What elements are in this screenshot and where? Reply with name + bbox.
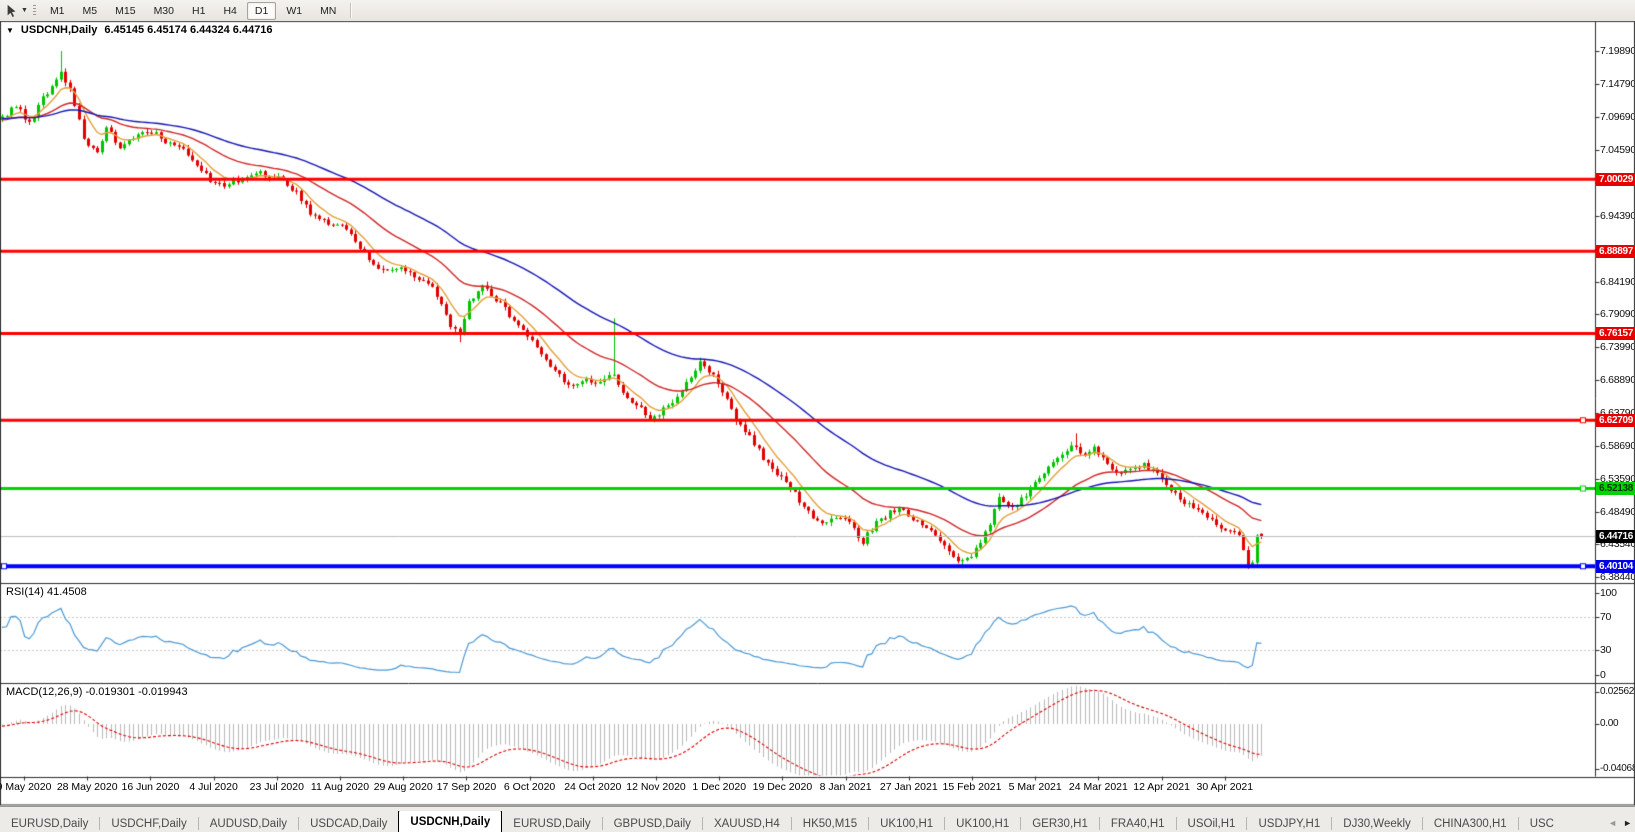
toolbar-grip bbox=[33, 5, 36, 17]
timeframe-buttons: M1M5M15M30H1H4D1W1MN bbox=[41, 2, 345, 20]
price-tick: 6.58690 bbox=[1600, 440, 1634, 452]
symbol-tab-usoil[interactable]: USOil,H1 bbox=[1177, 814, 1247, 832]
date-axis-label: 11 Aug 2020 bbox=[311, 781, 369, 793]
chart-ohlc-values: 6.45145 6.45174 6.44324 6.44716 bbox=[104, 24, 272, 36]
timeframe-button-m15[interactable]: M15 bbox=[107, 2, 143, 20]
price-line-tag[interactable]: 6.40104 bbox=[1596, 560, 1635, 573]
rsi-scale-tick: 0 bbox=[1600, 669, 1634, 681]
date-axis-label: 30 Apr 2021 bbox=[1196, 781, 1253, 793]
symbol-tab-eurusd[interactable]: EURUSD,Daily bbox=[0, 814, 99, 832]
symbol-tab-uk100[interactable]: UK100,H1 bbox=[869, 814, 944, 832]
date-axis-label: 27 Jan 2021 bbox=[880, 781, 938, 793]
date-axis-label: 12 Apr 2021 bbox=[1133, 781, 1190, 793]
price-tick: 7.04590 bbox=[1600, 144, 1634, 156]
timeframe-button-d1[interactable]: D1 bbox=[247, 2, 276, 20]
date-axis-label: 5 Mar 2021 bbox=[1009, 781, 1062, 793]
symbol-tab-usdcnh[interactable]: USDCNH,Daily bbox=[398, 811, 502, 832]
macd-scale-tick: 0.025623 bbox=[1600, 686, 1634, 698]
timeframe-button-m30[interactable]: M30 bbox=[146, 2, 182, 20]
date-axis-label: 8 Jan 2021 bbox=[820, 781, 872, 793]
price-line-tag[interactable]: 6.76157 bbox=[1596, 327, 1635, 340]
chart-cursor-dropdown-icon[interactable]: ▼ bbox=[21, 7, 28, 14]
symbol-tab-fra40[interactable]: FRA40,H1 bbox=[1100, 814, 1176, 832]
timeframe-button-mn[interactable]: MN bbox=[312, 2, 344, 20]
price-tick: 6.84190 bbox=[1600, 276, 1634, 288]
symbol-tab-usdjpy[interactable]: USDJPY,H1 bbox=[1247, 814, 1331, 832]
timeframe-button-h1[interactable]: H1 bbox=[184, 2, 213, 20]
date-axis-label: 28 May 2020 bbox=[57, 781, 118, 793]
symbol-tab-eurusd[interactable]: EURUSD,Daily bbox=[502, 814, 601, 832]
rsi-scale-tick: 100 bbox=[1600, 587, 1634, 599]
macd-scale-tick: -0.040687 bbox=[1600, 763, 1634, 775]
date-axis-label: 24 Oct 2020 bbox=[564, 781, 621, 793]
symbol-tab-usdcad[interactable]: USDCAD,Daily bbox=[299, 814, 398, 832]
timeframe-button-m1[interactable]: M1 bbox=[42, 2, 73, 20]
timeframe-button-w1[interactable]: W1 bbox=[278, 2, 310, 20]
symbol-tab-uk100[interactable]: UK100,H1 bbox=[945, 814, 1020, 832]
price-tick: 6.48490 bbox=[1600, 506, 1634, 518]
chart-tab-bar: EURUSD,DailyUSDCHF,DailyAUDUSD,DailyUSDC… bbox=[0, 806, 1635, 832]
timeframe-toolbar: ▼ M1M5M15M30H1H4D1W1MN bbox=[0, 0, 1635, 21]
date-axis-label: 29 Aug 2020 bbox=[374, 781, 433, 793]
date-axis-label: 9 May 2020 bbox=[0, 781, 51, 793]
symbol-tab-usc[interactable]: USC bbox=[1519, 814, 1565, 832]
price-tick: 7.14790 bbox=[1600, 78, 1634, 90]
rsi-scale-tick: 30 bbox=[1600, 644, 1634, 656]
chart-title: ▼ USDCNH,Daily 6.45145 6.45174 6.44324 6… bbox=[6, 24, 273, 36]
chart-cursor-icon[interactable] bbox=[3, 3, 21, 19]
date-axis-label: 1 Dec 2020 bbox=[692, 781, 746, 793]
price-tick: 6.79090 bbox=[1600, 308, 1634, 320]
symbol-tab-china300[interactable]: CHINA300,H1 bbox=[1423, 814, 1518, 832]
price-tick: 7.09690 bbox=[1600, 111, 1634, 123]
price-tick: 6.68890 bbox=[1600, 374, 1634, 386]
price-line-tag[interactable]: 6.62709 bbox=[1596, 414, 1635, 427]
tabs-scroll-left-icon[interactable]: ◄ bbox=[1608, 818, 1617, 828]
date-axis-label: 19 Dec 2020 bbox=[753, 781, 813, 793]
macd-indicator-label: MACD(12,26,9) -0.019301 -0.019943 bbox=[6, 686, 188, 698]
symbol-tab-gbpusd[interactable]: GBPUSD,Daily bbox=[603, 814, 702, 832]
rsi-indicator-label: RSI(14) 41.4508 bbox=[6, 586, 87, 598]
date-axis-label: 23 Jul 2020 bbox=[250, 781, 304, 793]
price-tick: 7.19890 bbox=[1600, 45, 1634, 57]
symbol-tab-audusd[interactable]: AUDUSD,Daily bbox=[199, 814, 298, 832]
toolbar-separator bbox=[350, 3, 352, 18]
symbol-tab-xauusd[interactable]: XAUUSD,H4 bbox=[703, 814, 791, 832]
price-line-tag[interactable]: 6.88897 bbox=[1596, 245, 1635, 258]
symbol-tab-hk50[interactable]: HK50,M15 bbox=[792, 814, 868, 832]
price-line-tag[interactable]: 6.44716 bbox=[1596, 530, 1635, 543]
price-tick: 6.94390 bbox=[1600, 210, 1634, 222]
trading-platform-window: ▼ M1M5M15M30H1H4D1W1MN ▼ USDCNH,Daily 6.… bbox=[0, 0, 1635, 832]
price-line-tag[interactable]: 6.52138 bbox=[1596, 482, 1635, 495]
date-axis-label: 24 Mar 2021 bbox=[1069, 781, 1128, 793]
date-axis-label: 12 Nov 2020 bbox=[626, 781, 686, 793]
symbol-tab-ger30[interactable]: GER30,H1 bbox=[1021, 814, 1099, 832]
symbol-tab-dj30[interactable]: DJ30,Weekly bbox=[1332, 814, 1422, 832]
chart-tabs: EURUSD,DailyUSDCHF,DailyAUDUSD,DailyUSDC… bbox=[0, 811, 1609, 832]
date-axis-label: 15 Feb 2021 bbox=[943, 781, 1002, 793]
price-line-tag[interactable]: 7.00029 bbox=[1596, 173, 1635, 186]
macd-scale-tick: 0.00 bbox=[1600, 718, 1634, 730]
price-tick: 6.38440 bbox=[1600, 571, 1634, 583]
date-axis-label: 16 Jun 2020 bbox=[121, 781, 179, 793]
tabs-scroll-right-icon[interactable]: ► bbox=[1623, 818, 1632, 828]
timeframe-button-h4[interactable]: H4 bbox=[215, 2, 244, 20]
collapse-triangle-icon[interactable]: ▼ bbox=[6, 26, 14, 35]
timeframe-button-m5[interactable]: M5 bbox=[75, 2, 106, 20]
chart-canvas[interactable] bbox=[0, 0, 1635, 832]
rsi-scale-tick: 70 bbox=[1600, 611, 1634, 623]
date-axis-label: 6 Oct 2020 bbox=[504, 781, 555, 793]
chart-symbol-label: USDCNH,Daily bbox=[21, 24, 97, 36]
symbol-tab-usdchf[interactable]: USDCHF,Daily bbox=[100, 814, 197, 832]
date-axis-label: 4 Jul 2020 bbox=[189, 781, 237, 793]
price-tick: 6.73990 bbox=[1600, 341, 1634, 353]
date-axis-label: 17 Sep 2020 bbox=[437, 781, 497, 793]
